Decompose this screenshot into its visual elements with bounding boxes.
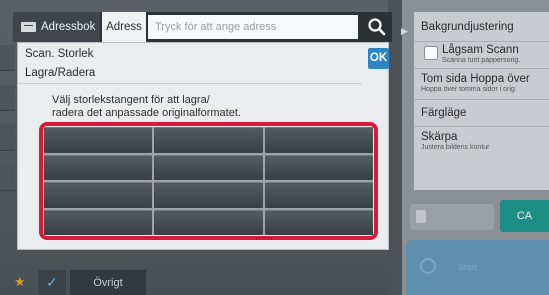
address-label: Adress	[102, 12, 146, 42]
panel-toggle-icon[interactable]: ▶​	[401, 26, 408, 37]
search-button[interactable]	[362, 12, 392, 42]
setting-low-density-scan[interactable]: Lågsam Scann Scanna tunt pappersorig.	[414, 42, 549, 69]
address-bar: Adressbok Adress	[13, 12, 392, 42]
low-density-checkbox[interactable]	[424, 46, 438, 60]
edge-tab	[0, 125, 15, 151]
size-key-12[interactable]	[264, 209, 373, 235]
ok-button[interactable]: OK	[368, 48, 389, 69]
setting-sharpness[interactable]: Skärpa Justera bildens kontur	[414, 127, 549, 158]
setting-title: Färgläge	[421, 107, 467, 119]
size-key-3[interactable]	[264, 127, 373, 153]
size-key-4[interactable]	[44, 154, 153, 180]
preview-icon	[416, 210, 426, 223]
start-icon	[420, 258, 436, 274]
start-button[interactable]: Start	[406, 240, 549, 295]
favorite-star-icon[interactable]: ★	[14, 274, 26, 290]
address-book-label: Adressbok	[41, 21, 96, 33]
preview-button[interactable]	[410, 204, 494, 230]
setting-background-adjust[interactable]: Bakgrundjustering	[414, 14, 549, 42]
checkmark-icon: ✓	[46, 274, 58, 290]
dialog-subtitle: Lagra/Radera	[25, 67, 96, 79]
size-key-11[interactable]	[154, 209, 263, 235]
size-key-8[interactable]	[154, 182, 263, 208]
size-key-grid	[44, 127, 373, 235]
instruction-text: Välj storlekstangent för att lagra/ rade…	[52, 94, 312, 120]
size-key-2[interactable]	[154, 127, 263, 153]
setting-description: Hoppa över tomma sidor i orig.	[421, 86, 517, 93]
instruction-line: Välj storlekstangent för att lagra/	[52, 94, 210, 106]
edge-tab	[0, 85, 15, 111]
scan-size-store-delete-dialog: Scan. Storlek Lagra/Radera OK Välj storl…	[17, 42, 389, 250]
setting-blank-page-skip[interactable]: Tom sida Hoppa över Hoppa över tomma sid…	[414, 69, 549, 100]
setting-title: Skärpa	[421, 131, 458, 143]
check-tab[interactable]: ✓	[38, 270, 66, 295]
dialog-title: Scan. Storlek	[25, 48, 94, 60]
instruction-line: radera det anpassade originalformatet.	[52, 107, 241, 119]
other-tab[interactable]: Övrigt	[70, 270, 146, 295]
setting-description: Scanna tunt pappersorig.	[442, 57, 521, 64]
setting-title: Tom sida Hoppa över	[421, 73, 530, 85]
size-key-6[interactable]	[264, 154, 373, 180]
edge-tab	[0, 165, 15, 191]
edge-tab	[0, 45, 15, 71]
size-key-1[interactable]	[44, 127, 153, 153]
setting-title: Lågsam Scann	[442, 44, 519, 56]
start-label: Start	[458, 262, 478, 272]
setting-description: Justera bildens kontur	[421, 144, 490, 151]
address-book-icon	[21, 22, 36, 32]
size-key-5[interactable]	[154, 154, 263, 180]
address-book-button[interactable]: Adressbok	[13, 12, 100, 42]
size-key-9[interactable]	[264, 182, 373, 208]
size-key-10[interactable]	[44, 209, 153, 235]
search-icon	[368, 18, 386, 36]
size-key-7[interactable]	[44, 182, 153, 208]
address-input[interactable]	[148, 15, 358, 39]
left-edge-tabs	[0, 45, 15, 255]
divider	[18, 83, 362, 84]
setting-title: Bakgrundjustering	[421, 21, 514, 33]
setting-color-mode[interactable]: Färgläge	[414, 100, 549, 127]
ca-button[interactable]: CA	[500, 200, 549, 232]
